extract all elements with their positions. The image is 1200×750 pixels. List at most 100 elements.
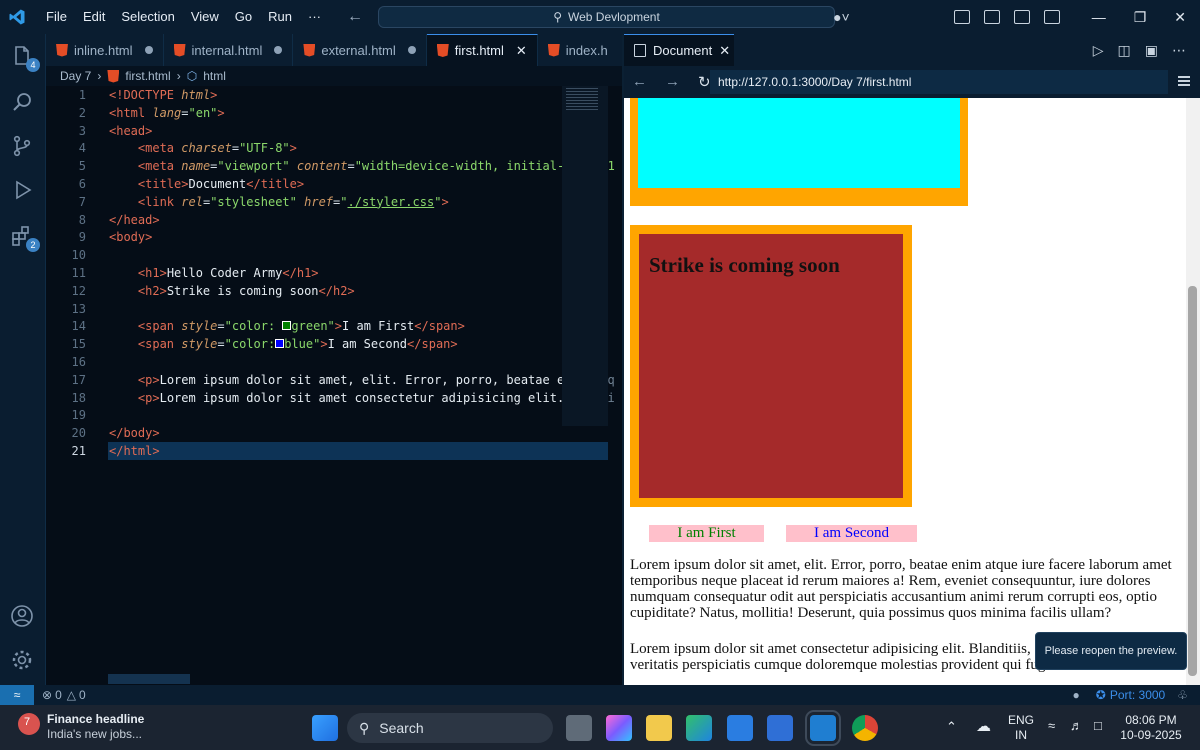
broadcast-icon: ✪ bbox=[1095, 688, 1106, 702]
restore-icon[interactable]: ❐ bbox=[1134, 9, 1147, 26]
command-center[interactable]: ⚲ Web Devlopment bbox=[378, 6, 835, 28]
element-icon: ⬡ bbox=[186, 69, 198, 83]
browser-scroll-thumb[interactable] bbox=[1188, 286, 1197, 676]
menu-edit[interactable]: Edit bbox=[75, 0, 113, 34]
tab-label: internal.html bbox=[191, 42, 263, 58]
line-number: 2 bbox=[78, 105, 86, 120]
volume-icon[interactable]: ♬ bbox=[1070, 718, 1083, 733]
toggle-sidebar-icon[interactable] bbox=[983, 10, 1000, 24]
chevron-up-icon[interactable]: ⌃ bbox=[946, 719, 957, 735]
store-icon[interactable] bbox=[727, 715, 753, 741]
tab-label: inline.html bbox=[74, 42, 133, 58]
notification-toast[interactable]: Please reopen the preview. bbox=[1035, 632, 1187, 670]
chrome-icon[interactable] bbox=[852, 715, 878, 741]
code-line: </head> bbox=[109, 212, 160, 227]
error-icon[interactable]: ⊗ bbox=[42, 688, 52, 702]
html-file-icon bbox=[173, 43, 186, 57]
start-windows-icon[interactable] bbox=[312, 715, 338, 741]
error-count[interactable]: 0 bbox=[55, 688, 62, 702]
menu-view[interactable]: View bbox=[183, 0, 227, 34]
code-line: <link rel="stylesheet" href="./styler.cs… bbox=[137, 194, 449, 209]
tab-external-html[interactable]: external.html bbox=[293, 34, 427, 66]
warning-count[interactable]: 0 bbox=[79, 688, 86, 702]
editor-tabs: inline.html internal.html external.html … bbox=[46, 34, 622, 66]
taskbar-search[interactable]: ⚲ Search bbox=[347, 713, 553, 743]
remote-icon[interactable]: ≈ bbox=[0, 685, 34, 705]
news-widget-icon[interactable]: 7 bbox=[18, 713, 40, 735]
news-widget[interactable]: Finance headline India's new jobs... bbox=[47, 712, 144, 742]
copilot-app-icon[interactable] bbox=[606, 715, 632, 741]
search-icon[interactable] bbox=[10, 90, 36, 116]
toggle-secondary-sidebar-icon[interactable] bbox=[1043, 10, 1060, 24]
close-icon[interactable]: ✕ bbox=[719, 43, 730, 59]
horizontal-scrollbar[interactable] bbox=[108, 674, 190, 684]
warning-icon[interactable]: △ bbox=[67, 688, 76, 702]
edge-browser-icon[interactable] bbox=[686, 715, 712, 741]
breadcrumb-folder[interactable]: Day 7 bbox=[60, 69, 91, 83]
wifi-icon[interactable]: ≈ bbox=[1048, 718, 1055, 733]
file-explorer-icon[interactable] bbox=[646, 715, 672, 741]
clock-time: 08:06 PM bbox=[1125, 713, 1177, 727]
minimize-icon[interactable]: — bbox=[1092, 9, 1106, 26]
port-status[interactable]: Port: 3000 bbox=[1110, 688, 1165, 702]
weather-icon[interactable]: ☁ bbox=[976, 717, 991, 735]
reload-icon[interactable]: ↻ bbox=[698, 73, 711, 91]
copilot-status-icon[interactable]: ● bbox=[1073, 688, 1080, 702]
customize-layout-icon[interactable] bbox=[953, 10, 970, 24]
html-file-icon bbox=[107, 69, 120, 83]
run-icon[interactable]: ▷ bbox=[1093, 42, 1104, 59]
battery-icon[interactable]: □ bbox=[1094, 718, 1102, 733]
modified-dot-icon bbox=[144, 46, 153, 54]
tab-inline-html[interactable]: inline.html bbox=[46, 34, 164, 66]
task-view-icon[interactable] bbox=[566, 715, 592, 741]
line-number: 8 bbox=[78, 212, 86, 227]
menu-run[interactable]: Run bbox=[260, 0, 300, 34]
close-icon[interactable]: ✕ bbox=[1174, 9, 1186, 26]
line-number: 17 bbox=[71, 372, 86, 387]
language-indicator[interactable]: ENG IN bbox=[1008, 713, 1034, 743]
browser-back-icon[interactable]: ← bbox=[632, 73, 647, 91]
news-subtitle: India's new jobs... bbox=[47, 727, 143, 741]
menu-selection[interactable]: Selection bbox=[113, 0, 182, 34]
breadcrumb-symbol[interactable]: html bbox=[203, 69, 226, 83]
tab-index-html[interactable]: index.h bbox=[538, 34, 618, 66]
menu-file[interactable]: File bbox=[38, 0, 75, 34]
copilot-icon[interactable]: ●˅ bbox=[833, 9, 850, 25]
lock-icon[interactable]: ▣ bbox=[1145, 42, 1158, 59]
minimap[interactable] bbox=[562, 86, 608, 426]
code-editor[interactable]: 1 <!DOCTYPE html> 2 <html lang="en"> 3 <head>… bbox=[46, 86, 622, 685]
tab-first-html[interactable]: first.html ✕ bbox=[426, 34, 538, 66]
menu-icon[interactable] bbox=[1178, 76, 1190, 86]
explorer-icon[interactable]: 4 bbox=[10, 44, 40, 72]
browser-tab-document[interactable]: Document ✕ bbox=[624, 34, 734, 66]
app-icon[interactable] bbox=[767, 715, 793, 741]
line-number: 3 bbox=[78, 123, 86, 138]
extensions-icon[interactable]: 2 bbox=[10, 224, 40, 252]
browser-viewport[interactable]: Strike is coming soon I am First I am Se… bbox=[624, 98, 1186, 685]
vscode-taskbar-icon[interactable] bbox=[805, 710, 841, 746]
line-number: 19 bbox=[71, 408, 86, 423]
code-line: </html> bbox=[109, 444, 160, 458]
account-icon[interactable] bbox=[10, 604, 36, 630]
split-editor-icon[interactable]: ◫ bbox=[1118, 42, 1131, 59]
toggle-panel-icon[interactable] bbox=[1013, 10, 1030, 24]
breadcrumb-file[interactable]: first.html bbox=[125, 69, 170, 83]
source-control-icon[interactable] bbox=[10, 134, 36, 160]
more-actions-icon[interactable]: ⋯ bbox=[1172, 42, 1186, 59]
clock[interactable]: 08:06 PM 10-09-2025 bbox=[1120, 713, 1182, 743]
back-arrow-icon[interactable]: ← bbox=[347, 8, 363, 26]
browser-forward-icon[interactable]: → bbox=[665, 73, 680, 91]
menu-go[interactable]: Go bbox=[227, 0, 260, 34]
toast-text: Please reopen the preview. bbox=[1044, 645, 1178, 657]
settings-gear-icon[interactable] bbox=[10, 648, 36, 674]
menu-more[interactable]: ··· bbox=[300, 0, 329, 34]
url-input[interactable] bbox=[710, 70, 1168, 94]
extensions-badge: 2 bbox=[26, 238, 40, 252]
tab-internal-html[interactable]: internal.html bbox=[164, 34, 294, 66]
run-debug-icon[interactable] bbox=[10, 178, 36, 204]
status-bar: ≈ ⊗ 0 △ 0 ● ✪ Port: 3000 ♧ bbox=[0, 685, 1200, 705]
close-icon[interactable]: ✕ bbox=[516, 43, 527, 59]
bell-icon[interactable]: ♧ bbox=[1177, 688, 1188, 702]
title-bar: File Edit Selection View Go Run ··· ← → … bbox=[0, 0, 1200, 34]
html-file-icon bbox=[303, 43, 316, 57]
